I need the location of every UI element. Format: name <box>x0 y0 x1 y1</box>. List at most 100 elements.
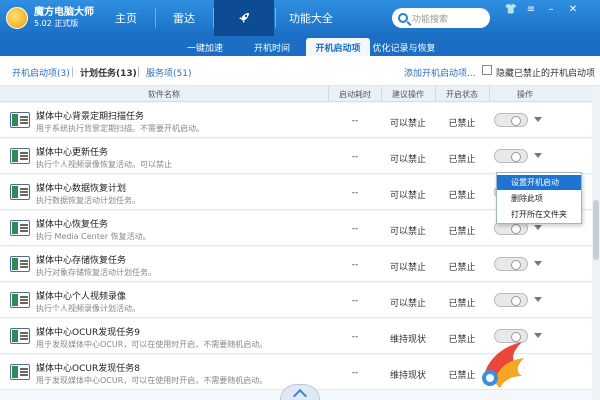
row-suggestion: 可以禁止 <box>389 227 426 237</box>
search-placeholder: 功能搜索 <box>412 14 449 25</box>
menu-item-set-startup[interactable]: 设置开机启动 <box>497 175 581 190</box>
task-icon <box>10 292 30 308</box>
subtab-optimize-history[interactable]: 优化记录与恢复 <box>372 38 436 56</box>
nav-tab-radar[interactable]: 雷达 <box>156 0 212 36</box>
chevron-down-icon[interactable] <box>534 117 542 122</box>
row-description: 执行个人视频录像计划活动。 <box>36 304 140 313</box>
app-name: 魔方电脑大师 <box>34 7 94 18</box>
chevron-down-icon[interactable] <box>534 333 542 338</box>
subtab-boot-time[interactable]: 开机时间 <box>240 38 304 56</box>
menu-icon[interactable]: ≡ <box>524 4 538 16</box>
task-icon <box>10 112 30 128</box>
hide-disabled-label: 隐藏已禁止的开机启动项 <box>496 69 596 79</box>
row-toggle[interactable] <box>494 293 528 307</box>
row-duration: -- <box>351 152 359 162</box>
table-row[interactable]: 媒体中心背景定期扫描任务 用于系统执行背景定期扫描。不需要开机启动。 -- 可以… <box>0 103 592 138</box>
table-row[interactable]: 媒体中心存储恢复任务 执行对象存储恢复活动计划任务。 -- 可以禁止 已禁止 <box>0 247 592 282</box>
row-duration: -- <box>351 188 359 198</box>
chevron-down-icon[interactable] <box>534 261 542 266</box>
row-toggle[interactable] <box>494 149 528 163</box>
column-header-duration: 启动耗时 <box>339 90 371 99</box>
search-icon <box>398 13 408 23</box>
row-status: 已禁止 <box>448 227 476 237</box>
chevron-down-icon[interactable] <box>534 225 542 230</box>
row-description: 执行个人视频录像恢复活动。可以禁止 <box>36 160 172 169</box>
row-title: 媒体中心存储恢复任务 <box>36 256 127 266</box>
search-box[interactable]: 功能搜索 <box>392 8 490 28</box>
rocket-icon <box>239 13 249 23</box>
bird-logo-icon <box>482 342 524 388</box>
row-toggle[interactable] <box>494 113 528 127</box>
subtab-one-click-speedup[interactable]: 一键加速 <box>172 38 238 56</box>
skin-icon[interactable]: 👕 <box>504 4 518 16</box>
column-header-suggest: 建议操作 <box>392 90 424 99</box>
scrollbar-thumb[interactable] <box>593 200 599 260</box>
filter-bar: 开机启动项(3) 计划任务(13) 服务项(51) 添加开机启动项... 隐藏已… <box>0 56 600 86</box>
table-header: 软件名称 启动耗时 建议操作 开启状态 操作 <box>0 86 592 102</box>
row-title: 媒体中心个人视频录像 <box>36 292 127 302</box>
add-startup-item-link[interactable]: 添加开机启动项... <box>404 66 476 79</box>
row-description: 执行数据恢复活动计划任务。 <box>36 196 140 205</box>
row-suggestion: 可以禁止 <box>389 263 426 273</box>
column-header-status: 开启状态 <box>446 90 478 99</box>
chevron-up-icon <box>292 388 308 400</box>
column-header-name: 软件名称 <box>148 90 180 99</box>
brand: 魔方电脑大师 5.02 正式版 <box>0 0 98 36</box>
row-duration: -- <box>351 224 359 234</box>
row-duration: -- <box>351 332 359 342</box>
filter-tab-startup[interactable]: 开机启动项(3) <box>12 66 70 79</box>
row-suggestion: 可以禁止 <box>389 191 426 201</box>
menu-item-delete[interactable]: 删除此项 <box>497 191 581 206</box>
row-duration: -- <box>351 296 359 306</box>
context-menu: 设置开机启动 删除此项 打开所在文件夹 <box>496 172 582 224</box>
column-header-action: 操作 <box>517 90 533 99</box>
row-duration: -- <box>351 368 359 378</box>
row-suggestion: 维持现状 <box>389 335 426 345</box>
row-title: 媒体中心数据恢复计划 <box>36 184 127 194</box>
row-status: 已禁止 <box>448 155 476 165</box>
row-description: 执行对象存储恢复活动计划任务。 <box>36 268 156 277</box>
row-toggle[interactable] <box>494 257 528 271</box>
task-icon <box>10 256 30 272</box>
row-title: 媒体中心背景定期扫描任务 <box>36 112 145 122</box>
filter-divider <box>138 67 139 77</box>
menu-item-open-folder[interactable]: 打开所在文件夹 <box>497 207 581 222</box>
row-status: 已禁止 <box>448 191 476 201</box>
row-status: 已禁止 <box>448 119 476 129</box>
row-duration: -- <box>351 116 359 126</box>
row-title: 媒体中心更新任务 <box>36 148 109 158</box>
row-status: 已禁止 <box>448 263 476 273</box>
chevron-down-icon[interactable] <box>534 153 542 158</box>
top-bar: 魔方电脑大师 5.02 正式版 主页 雷达 功能大全 功能搜索 👕 ≡ – ✕ <box>0 0 600 36</box>
sub-nav-bar: 一键加速 开机时间 开机启动项 优化记录与恢复 <box>0 36 600 56</box>
row-description: 执行 Media Center 恢复活动。 <box>36 232 151 241</box>
row-status: 已禁止 <box>448 299 476 309</box>
app-version: 5.02 正式版 <box>34 19 79 28</box>
hide-disabled-checkbox[interactable] <box>482 65 492 75</box>
nav-tab-home[interactable]: 主页 <box>98 0 154 36</box>
task-icon <box>10 328 30 344</box>
nav-tab-speedup[interactable] <box>214 0 274 36</box>
task-icon <box>10 148 30 164</box>
filter-divider <box>72 67 73 77</box>
row-description: 用于发现媒体中心OCUR，可以在使用时开启，不需要随机启动。 <box>36 340 268 349</box>
app-logo-icon <box>6 7 28 29</box>
table-row[interactable]: 媒体中心个人视频录像 执行个人视频录像计划活动。 -- 可以禁止 已禁止 <box>0 283 592 318</box>
row-suggestion: 可以禁止 <box>389 155 426 165</box>
row-suggestion: 可以禁止 <box>389 299 426 309</box>
table-row[interactable]: 媒体中心更新任务 执行个人视频录像恢复活动。可以禁止 -- 可以禁止 已禁止 <box>0 139 592 174</box>
filter-tab-services[interactable]: 服务项(51) <box>146 66 191 79</box>
close-icon[interactable]: ✕ <box>566 4 580 16</box>
task-icon <box>10 220 30 236</box>
row-suggestion: 可以禁止 <box>389 119 426 129</box>
row-suggestion: 维持现状 <box>389 371 426 381</box>
row-title: 媒体中心恢复任务 <box>36 220 109 230</box>
task-icon <box>10 364 30 380</box>
chevron-down-icon[interactable] <box>534 297 542 302</box>
minimize-icon[interactable]: – <box>544 4 558 16</box>
subtab-startup-items[interactable]: 开机启动项 <box>306 38 370 56</box>
row-description: 用于发现媒体中心OCUR，可以在使用时开启，不需要随机启动。 <box>36 376 268 385</box>
row-duration: -- <box>351 260 359 270</box>
filter-tab-scheduled-tasks[interactable]: 计划任务(13) <box>80 66 137 79</box>
nav-tab-features[interactable]: 功能大全 <box>276 0 346 36</box>
